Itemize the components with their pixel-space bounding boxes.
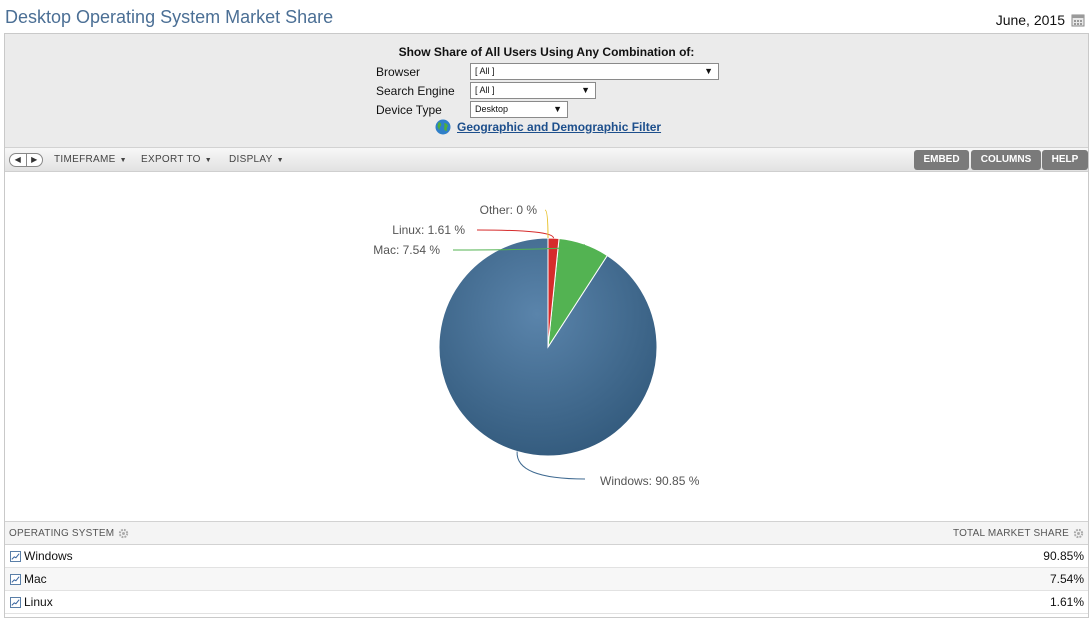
data-label-windows: Windows: 90.85 % [600,474,700,488]
dropdown-arrow-icon: ▼ [704,66,713,76]
caret-down-icon: ▼ [204,157,212,164]
filter-area: Show Share of All Users Using Any Combin… [5,34,1088,148]
market-share-value: 1.61% [1049,595,1084,609]
table-row[interactable]: Linux 1.61% [5,591,1088,614]
device-type-filter-row: Device Type Desktop ▼ [376,100,568,119]
chart-toggle-icon[interactable] [10,551,21,562]
globe-icon [435,119,451,135]
date-picker[interactable]: June, 2015 [996,12,1085,28]
search-engine-label: Search Engine [376,83,455,98]
caret-down-icon: ▼ [119,157,127,164]
search-engine-select[interactable]: [ All ] ▼ [470,82,596,99]
next-arrow-icon[interactable]: ▶ [25,154,43,166]
search-engine-filter-row: Search Engine [ All ] ▼ [376,81,596,100]
device-type-select[interactable]: Desktop ▼ [470,101,568,118]
geo-filter-link-text: Geographic and Demographic Filter [457,120,662,134]
date-label: June, 2015 [995,12,1065,28]
search-engine-select-value: [ All ] [475,85,495,95]
chart-area: Windows: 90.85 % Mac: 7.54 % Linux: 1.61 %… [5,173,1088,521]
timeframe-label: TIMEFRAME [54,154,116,165]
export-label: EXPORT TO [141,154,201,165]
table-header: OPERATING SYSTEM TOTAL MARKET SHARE [5,521,1088,545]
gear-icon[interactable] [118,528,129,539]
share-column-label: TOTAL MARKET SHARE [952,528,1069,539]
data-label-mac: Mac: 7.54 % [373,243,440,257]
dropdown-arrow-icon: ▼ [581,85,590,95]
table-row[interactable]: Windows 90.85% [5,545,1088,568]
export-menu[interactable]: EXPORT TO ▼ [141,154,212,165]
share-column-header[interactable]: TOTAL MARKET SHARE [953,528,1084,539]
filter-heading: Show Share of All Users Using Any Combin… [398,45,695,59]
os-name: Windows [24,549,73,563]
os-name: Linux [24,595,53,609]
chart-toggle-icon[interactable] [10,574,21,585]
calendar-icon[interactable] [1071,13,1085,27]
page-title: Desktop Operating System Market Share [5,7,334,27]
display-menu[interactable]: DISPLAY ▼ [229,154,284,165]
data-label-other: Other: 0 % [480,203,538,217]
chart-toggle-icon[interactable] [10,597,21,608]
timeframe-menu[interactable]: TIMEFRAME ▼ [54,154,127,165]
previous-arrow-icon[interactable]: ◀ [10,154,26,166]
leader-line-linux [476,229,555,239]
period-nav[interactable]: ◀ ▶ [9,153,43,167]
device-type-select-value: Desktop [475,104,509,114]
market-share-value: 7.54% [1049,572,1084,586]
browser-select-value: [ All ] [475,66,495,76]
help-button[interactable]: HELP [1042,150,1088,170]
gear-icon[interactable] [1073,528,1084,539]
os-column-label: OPERATING SYSTEM [9,528,115,539]
browser-filter-row: Browser [ All ] ▼ [376,62,719,81]
device-type-label: Device Type [376,102,442,117]
caret-down-icon: ▼ [276,157,284,164]
dropdown-arrow-icon: ▼ [553,104,562,114]
os-name: Mac [24,572,47,586]
columns-button[interactable]: COLUMNS [971,150,1041,170]
os-column-header[interactable]: OPERATING SYSTEM [9,528,129,539]
chart-toolbar: ◀ ▶ TIMEFRAME ▼ EXPORT TO ▼ DISPLAY ▼ EMBED… [5,148,1088,172]
display-label: DISPLAY [229,154,273,165]
market-share-value: 90.85% [1043,549,1084,563]
geo-filter-link[interactable]: Geographic and Demographic Filter [435,119,661,135]
embed-button[interactable]: EMBED [914,150,969,170]
report-panel: Show Share of All Users Using Any Combin… [4,33,1089,618]
pie-chart: Windows: 90.85 % Mac: 7.54 % Linux: 1.61 %… [373,203,700,488]
table-row[interactable]: Mac 7.54% [5,568,1088,591]
data-label-linux: Linux: 1.61 % [392,223,465,237]
browser-label: Browser [376,64,421,79]
browser-select[interactable]: [ All ] ▼ [470,63,719,80]
